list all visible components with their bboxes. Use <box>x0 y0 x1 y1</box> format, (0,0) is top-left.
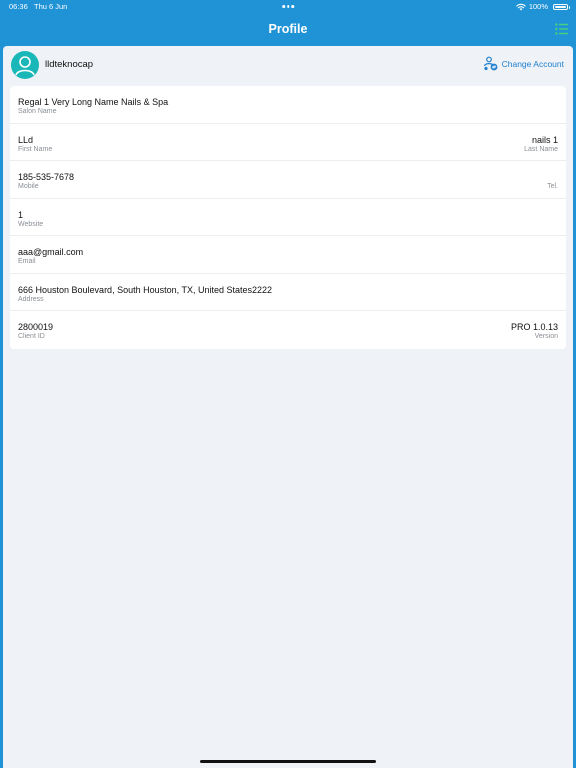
address-row[interactable]: 666 Houston Boulevard, South Houston, TX… <box>10 274 566 311</box>
change-account-label: Change Account <box>501 58 564 69</box>
email-value: aaa@gmail.com <box>18 247 84 257</box>
list-icon[interactable] <box>555 23 568 35</box>
multitasking-dots-icon[interactable] <box>282 5 294 8</box>
phone-row[interactable]: 185-535-7678 Mobile Tel. <box>10 161 566 199</box>
salon-name-value: Regal 1 Very Long Name Nails & Spa <box>18 97 169 107</box>
address-value: 666 Houston Boulevard, South Houston, TX… <box>18 284 272 295</box>
navigation-bar: Profile <box>0 14 576 46</box>
salon-name-label: Salon Name <box>18 108 57 115</box>
version-label: Version <box>534 333 558 340</box>
status-time: 06:36 <box>9 2 28 11</box>
status-indicators: 100% <box>516 0 570 14</box>
salon-name-row[interactable]: Regal 1 Very Long Name Nails & Spa Salon… <box>10 86 566 124</box>
avatar <box>11 51 39 79</box>
home-indicator[interactable] <box>200 759 376 763</box>
wifi-icon <box>516 3 526 11</box>
change-account-button[interactable]: Change Account <box>483 56 564 71</box>
status-date: Thu 6 Jun <box>34 2 68 11</box>
battery-percent: 100% <box>528 2 548 11</box>
address-label: Address <box>18 295 44 303</box>
battery-icon <box>553 3 570 11</box>
last-name-value: nails 1 <box>531 134 558 145</box>
email-row[interactable]: aaa@gmail.com Email <box>10 236 566 274</box>
status-bar: 06:36 Thu 6 Jun 100% <box>0 0 576 14</box>
client-id-value: 2800019 <box>18 322 54 332</box>
first-name-label: First Name <box>18 145 53 153</box>
main-content: lldteknocap Change Account Regal 1 Very … <box>3 46 573 768</box>
page-title: Profile <box>268 22 308 36</box>
client-version-row: 2800019 Client ID PRO 1.0.13 Version <box>10 311 566 349</box>
first-name-value: LLd <box>18 134 34 145</box>
client-id-label: Client ID <box>18 333 45 340</box>
account-header: lldteknocap Change Account <box>10 50 566 80</box>
mobile-label: Mobile <box>18 183 39 190</box>
website-row[interactable]: 1 Website <box>10 199 566 236</box>
website-label: Website <box>18 220 44 228</box>
version-value: PRO 1.0.13 <box>510 322 558 332</box>
tel-label: Tel. <box>547 183 558 190</box>
switch-user-icon <box>483 56 498 71</box>
user-avatar-icon <box>15 56 35 76</box>
account-username: lldteknocap <box>45 59 94 70</box>
name-row[interactable]: LLd First Name nails 1 Last Name <box>10 124 566 161</box>
mobile-value: 185-535-7678 <box>18 172 75 182</box>
last-name-label: Last Name <box>524 145 558 153</box>
profile-card: Regal 1 Very Long Name Nails & Spa Salon… <box>10 86 566 349</box>
email-label: Email <box>18 258 36 265</box>
website-value: 1 <box>18 209 24 220</box>
